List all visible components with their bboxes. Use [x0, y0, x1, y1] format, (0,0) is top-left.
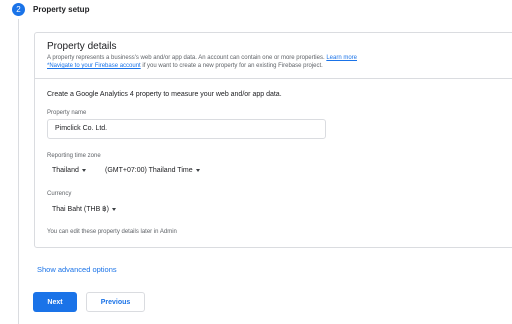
timezone-select[interactable]: (GMT+07:00) Thailand Time	[105, 167, 200, 174]
step-connector-line	[18, 19, 19, 324]
country-select[interactable]: Thailand	[52, 167, 86, 174]
country-value: Thailand	[52, 167, 79, 174]
timezone-label: Reporting time zone	[47, 153, 101, 159]
edit-later-hint: You can edit these property details late…	[47, 229, 177, 235]
currency-value: Thai Baht (THB ฿)	[52, 206, 109, 213]
firebase-account-link[interactable]: *Navigate to your Firebase account	[47, 63, 141, 69]
card-header: Property details A property represents a…	[35, 33, 512, 79]
chevron-down-icon	[111, 207, 116, 211]
show-advanced-options-link[interactable]: Show advanced options	[37, 265, 117, 274]
chevron-down-icon	[81, 168, 86, 172]
property-details-card: Property details A property represents a…	[34, 32, 512, 248]
step-number-badge: 2	[12, 3, 25, 16]
currency-select[interactable]: Thai Baht (THB ฿)	[52, 205, 116, 213]
currency-label: Currency	[47, 191, 72, 197]
next-button[interactable]: Next	[33, 292, 77, 312]
description-text: A property represents a business's web a…	[47, 55, 325, 61]
learn-more-link[interactable]: Learn more	[326, 55, 357, 61]
card-description: A property represents a business's web a…	[47, 54, 512, 70]
description-text-rest: if you want to create a new property for…	[140, 63, 323, 69]
chevron-down-icon	[195, 168, 200, 172]
timezone-value: (GMT+07:00) Thailand Time	[105, 167, 193, 174]
property-name-input[interactable]: Pimclick Co. Ltd.	[47, 119, 326, 139]
step-title: Property setup	[33, 5, 90, 14]
intro-text: Create a Google Analytics 4 property to …	[47, 91, 282, 98]
property-name-label: Property name	[47, 110, 87, 116]
previous-button[interactable]: Previous	[86, 292, 145, 312]
card-title: Property details	[47, 41, 117, 52]
